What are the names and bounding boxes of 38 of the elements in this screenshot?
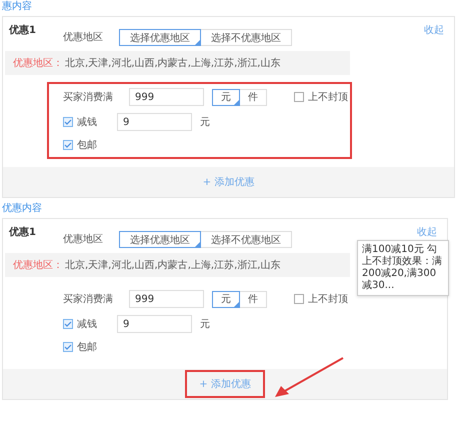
checkbox-label: 包邮	[77, 340, 97, 354]
checkbox-label: 包邮	[77, 138, 97, 152]
unit-option[interactable]: 元	[212, 290, 240, 308]
field-label: 买家消费满	[63, 90, 113, 104]
checkbox-label: 上不封顶	[308, 292, 348, 306]
unit-label: 元	[200, 318, 210, 331]
checkbox[interactable]	[63, 342, 73, 352]
checkbox-label: 减钱	[77, 318, 97, 331]
arrow-annotation	[273, 356, 345, 400]
checkbox-label: 上不封顶	[308, 90, 348, 104]
discount-input[interactable]: 9	[117, 315, 192, 333]
unit-label: 元	[200, 116, 210, 129]
section-heading: 优惠内容	[1, 202, 43, 216]
field-label: 买家消费满	[63, 292, 113, 306]
section-heading: 惠内容	[1, 0, 33, 14]
region-note: 优惠地区： 北京,天津,河北,山西,内蒙古,上海,江苏,浙江,山东	[5, 253, 350, 277]
checkbox[interactable]	[294, 294, 304, 304]
unit-option[interactable]: 件	[239, 88, 267, 106]
field-label: 优惠地区	[63, 233, 103, 246]
discount-input[interactable]: 9	[117, 113, 192, 131]
region-option[interactable]: 选择不优惠地区	[200, 29, 292, 46]
card-title: 优惠1	[9, 226, 36, 239]
region-option[interactable]: 选择优惠地区	[119, 231, 201, 248]
unit-option[interactable]: 元	[212, 88, 240, 106]
tooltip: 满100减10元 勾上不封顶效果：满200减20,满300减30...	[357, 240, 449, 296]
amount-input[interactable]: 999	[129, 88, 204, 106]
checkbox[interactable]	[63, 319, 73, 329]
field-label: 优惠地区	[63, 31, 103, 44]
checkbox-label: 减钱	[77, 116, 97, 129]
checkbox[interactable]	[63, 140, 73, 150]
amount-input[interactable]: 999	[129, 290, 204, 308]
unit-option[interactable]: 件	[239, 290, 267, 308]
region-option[interactable]: 选择优惠地区	[119, 29, 201, 46]
checkbox[interactable]	[63, 117, 73, 127]
region-note: 优惠地区： 北京,天津,河北,山西,内蒙古,上海,江苏,浙江,山东	[5, 51, 350, 75]
card-title: 优惠1	[9, 24, 36, 37]
region-option[interactable]: 选择不优惠地区	[200, 231, 292, 248]
checkbox[interactable]	[294, 92, 304, 102]
